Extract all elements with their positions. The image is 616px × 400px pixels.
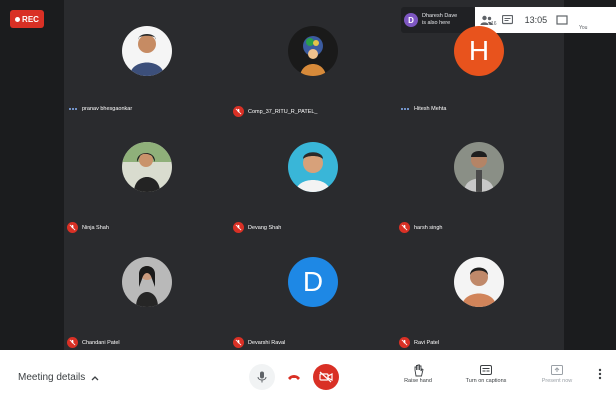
- self-label: You: [579, 25, 588, 31]
- participant-name: Ravi Patel: [414, 339, 440, 346]
- microphone-icon: [257, 371, 267, 383]
- mic-muted-icon: [399, 222, 410, 233]
- meeting-details-button[interactable]: Meeting details: [18, 372, 99, 383]
- captions-label: Turn on captions: [465, 378, 507, 384]
- participant-tile[interactable]: Devang Shah: [230, 120, 396, 236]
- participant-tile[interactable]: Ravi Patel: [396, 235, 562, 351]
- present-now-label: Present now: [541, 378, 573, 384]
- participant-name: harsh singh: [414, 224, 443, 231]
- speaking-indicator-icon: [67, 108, 78, 110]
- participant-tile[interactable]: harsh singh: [396, 120, 562, 236]
- participant-letter-avatar: H: [454, 26, 504, 76]
- mic-muted-icon: [233, 222, 244, 233]
- more-options-button[interactable]: [598, 368, 602, 383]
- speaking-indicator-icon: [399, 108, 410, 110]
- present-icon: [551, 364, 563, 375]
- raise-hand-label: Raise hand: [404, 378, 432, 384]
- participant-name: Ninja Shah: [82, 224, 109, 231]
- captions-icon: [480, 365, 492, 375]
- hang-up-icon: [288, 375, 300, 380]
- participant-name: Devang Shah: [248, 224, 282, 231]
- left-margin: [0, 0, 64, 350]
- present-now-button[interactable]: Present now: [527, 362, 587, 384]
- bottom-control-bar: Meeting details Raise hand Turn on capti…: [0, 350, 616, 400]
- participant-tile[interactable]: Comp_37_RITU_R_PATEL_: [230, 4, 396, 120]
- participant-tile[interactable]: Chandani Patel: [64, 235, 230, 351]
- chevron-up-icon: [91, 375, 99, 380]
- record-dot-icon: [15, 16, 21, 22]
- participant-tile[interactable]: H Hitesh Mehta: [396, 4, 562, 120]
- avatar-letter: H: [468, 35, 490, 66]
- mic-muted-icon: [67, 222, 78, 233]
- meeting-details-label: Meeting details: [18, 372, 86, 383]
- hand-icon: [414, 364, 424, 376]
- participant-photo: [122, 257, 172, 307]
- mic-muted-icon: [67, 337, 78, 348]
- captions-button[interactable]: Turn on captions: [456, 362, 516, 384]
- meeting-stage: REC D Dharesh Dave is also here 16 13:05: [0, 0, 616, 400]
- participant-tile[interactable]: D Devarshi Raval: [230, 235, 396, 351]
- raise-hand-button[interactable]: Raise hand: [388, 362, 448, 384]
- camera-off-icon: [319, 371, 333, 383]
- participant-name: Chandani Patel: [82, 339, 120, 346]
- participant-tile[interactable]: Ninja Shah: [64, 120, 230, 236]
- camera-button[interactable]: [313, 364, 339, 390]
- participant-photo: [288, 142, 338, 192]
- avatar-letter: D: [302, 266, 324, 297]
- participant-photo: [454, 142, 504, 192]
- participant-name: Hitesh Mehta: [414, 106, 447, 112]
- participant-photo: [454, 257, 504, 307]
- mic-muted-icon: [399, 337, 410, 348]
- participant-photo: [122, 26, 172, 76]
- more-vert-icon: [598, 368, 602, 380]
- mic-muted-icon: [233, 106, 244, 117]
- participant-letter-avatar: D: [288, 257, 338, 307]
- participant-name: pranav bhesgaonkar: [82, 106, 133, 112]
- participant-photo: [288, 26, 338, 76]
- participant-name: Devarshi Raval: [248, 339, 286, 346]
- right-margin: [564, 0, 616, 350]
- leave-call-button[interactable]: [281, 364, 307, 390]
- microphone-button[interactable]: [249, 364, 275, 390]
- recording-badge: REC: [10, 10, 44, 28]
- participant-name: Comp_37_RITU_R_PATEL_: [248, 108, 318, 115]
- recording-label: REC: [22, 14, 39, 24]
- participant-photo: [122, 142, 172, 192]
- mic-muted-icon: [233, 337, 244, 348]
- participant-tile[interactable]: pranav bhesgaonkar: [64, 4, 230, 120]
